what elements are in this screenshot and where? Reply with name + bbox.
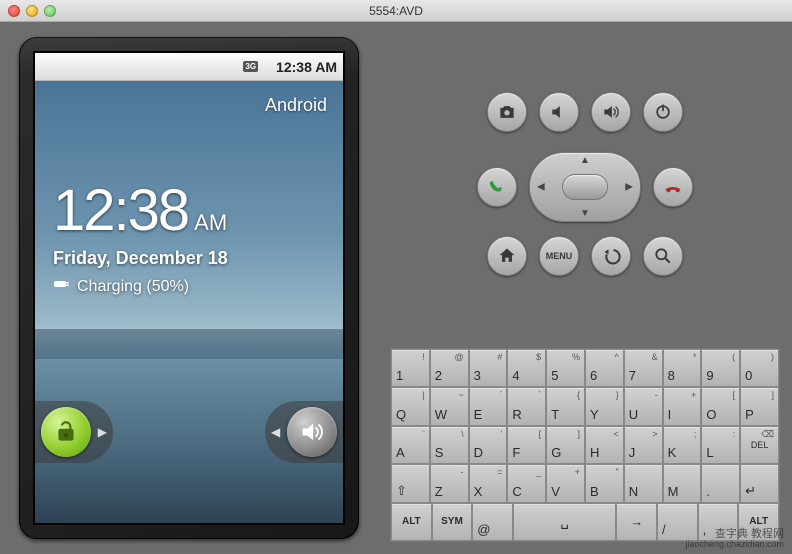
lock-ampm: AM (194, 210, 227, 235)
emulator-skin: 3G 12:38 AM Android 12:38AM Friday, Dece… (0, 22, 378, 554)
search-button[interactable] (643, 236, 683, 276)
key-del[interactable]: DEL⌫ (740, 426, 779, 464)
key-@[interactable]: @ (472, 503, 513, 541)
key-7[interactable]: 7& (624, 349, 663, 387)
dpad-down-button[interactable]: ▼ (580, 208, 590, 219)
key-y[interactable]: Y} (585, 387, 624, 425)
key-.[interactable]: . (701, 464, 740, 502)
speaker-icon (287, 407, 337, 457)
network-3g-icon: 3G (243, 61, 258, 72)
key-j[interactable]: J> (624, 426, 663, 464)
unlock-icon (41, 407, 91, 457)
power-button[interactable] (643, 92, 683, 132)
hardware-panel: ▲ ▼ ◀ ▶ MENU 1!2@3#4$5%6^7&8*9(0) Q|W~E´… (378, 22, 792, 554)
lockscreen: Android 12:38AM Friday, December 18 Char… (35, 81, 343, 523)
key-alt[interactable]: ALT (391, 503, 432, 541)
volume-down-button[interactable] (539, 92, 579, 132)
key-s[interactable]: S\ (430, 426, 469, 464)
dpad-center-button[interactable] (562, 174, 608, 200)
camera-button[interactable] (487, 92, 527, 132)
carrier-label: Android (265, 95, 327, 116)
menu-button[interactable]: MENU (539, 236, 579, 276)
key-v[interactable]: V+ (546, 464, 585, 502)
key-8[interactable]: 8* (663, 349, 702, 387)
key-h[interactable]: H< (585, 426, 624, 464)
key-r[interactable]: R` (507, 387, 546, 425)
device-screen[interactable]: 3G 12:38 AM Android 12:38AM Friday, Dece… (33, 51, 345, 525)
key-n[interactable]: N (624, 464, 663, 502)
call-button[interactable] (477, 167, 517, 207)
key-w[interactable]: W~ (430, 387, 469, 425)
dpad: ▲ ▼ ◀ ▶ (529, 152, 641, 222)
key-space[interactable]: ␣ (513, 503, 616, 541)
window-title: 5554:AVD (0, 4, 792, 18)
dpad-left-button[interactable]: ◀ (537, 182, 545, 193)
key-1[interactable]: 1! (391, 349, 430, 387)
dpad-right-button[interactable]: ▶ (625, 182, 633, 193)
key-p[interactable]: P] (740, 387, 779, 425)
hardware-keyboard: 1!2@3#4$5%6^7&8*9(0) Q|W~E´R`T{Y}U-I+O[P… (390, 348, 780, 542)
key-g[interactable]: G] (546, 426, 585, 464)
sound-slider[interactable]: ◀ (265, 401, 343, 463)
key-right[interactable]: → (616, 503, 657, 541)
key-t[interactable]: T{ (546, 387, 585, 425)
key-x[interactable]: X= (469, 464, 508, 502)
back-button[interactable] (591, 236, 631, 276)
home-button[interactable] (487, 236, 527, 276)
key-q[interactable]: Q| (391, 387, 430, 425)
key-6[interactable]: 6^ (585, 349, 624, 387)
status-time: 12:38 AM (276, 59, 337, 75)
key-z[interactable]: Z- (430, 464, 469, 502)
key-l[interactable]: L: (701, 426, 740, 464)
key-0[interactable]: 0) (740, 349, 779, 387)
key-f[interactable]: F[ (507, 426, 546, 464)
key-i[interactable]: I+ (663, 387, 702, 425)
window-titlebar: 5554:AVD (0, 0, 792, 22)
key-⇧[interactable]: ⇧ (391, 464, 430, 502)
charging-status: Charging (50%) (53, 277, 228, 296)
key-d[interactable]: D' (469, 426, 508, 464)
key-a[interactable]: A¨ (391, 426, 430, 464)
key-3[interactable]: 3# (469, 349, 508, 387)
key-e[interactable]: E´ (469, 387, 508, 425)
end-call-button[interactable] (653, 167, 693, 207)
key-k[interactable]: K; (663, 426, 702, 464)
lock-time: 12:38 (53, 178, 188, 243)
unlock-slider[interactable]: ▶ (35, 401, 113, 463)
plug-icon (53, 277, 71, 296)
status-bar: 3G 12:38 AM (35, 53, 343, 81)
lock-date: Friday, December 18 (53, 248, 228, 269)
lock-clock: 12:38AM Friday, December 18 Charging (50… (53, 177, 228, 296)
watermark: 查字典 教程网 jiaocheng.chazidian.com (685, 528, 784, 550)
key-sym[interactable]: SYM (432, 503, 473, 541)
key-5[interactable]: 5% (546, 349, 585, 387)
volume-up-button[interactable] (591, 92, 631, 132)
dpad-up-button[interactable]: ▲ (580, 155, 590, 166)
chevron-right-icon: ▶ (98, 425, 107, 439)
key-b[interactable]: B" (585, 464, 624, 502)
chevron-left-icon: ◀ (271, 425, 280, 439)
key-4[interactable]: 4$ (507, 349, 546, 387)
key-u[interactable]: U- (624, 387, 663, 425)
key-↵[interactable]: ↵ (740, 464, 779, 502)
key-o[interactable]: O[ (701, 387, 740, 425)
key-9[interactable]: 9( (701, 349, 740, 387)
key-m[interactable]: M (663, 464, 702, 502)
key-2[interactable]: 2@ (430, 349, 469, 387)
key-c[interactable]: C_ (507, 464, 546, 502)
